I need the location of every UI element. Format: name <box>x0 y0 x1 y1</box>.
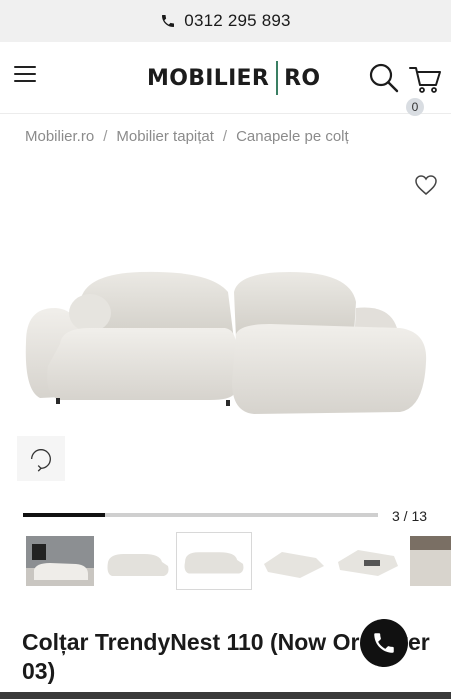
breadcrumb-separator: / <box>222 128 228 145</box>
cart-button[interactable] <box>407 60 443 96</box>
thumbnail-sofa-angle[interactable] <box>176 532 252 590</box>
logo-text-right: RO <box>284 65 321 91</box>
breadcrumb-corner-sofas[interactable]: Canapele pe colț <box>236 128 349 145</box>
logo-divider <box>276 61 279 95</box>
cart-count-badge: 0 <box>406 98 424 116</box>
thumbnail-sofa-front[interactable] <box>104 536 172 586</box>
phone-bar[interactable]: 0312 295 893 <box>0 0 451 42</box>
view-360-button[interactable] <box>17 436 65 481</box>
menu-button[interactable] <box>14 66 36 84</box>
phone-number[interactable]: 0312 295 893 <box>184 11 290 31</box>
gallery-progress-fill <box>23 513 105 517</box>
product-main-image[interactable] <box>20 262 432 422</box>
hamburger-icon <box>14 66 36 68</box>
thumbnail-sofa-bed-open[interactable] <box>260 536 328 586</box>
wishlist-button[interactable] <box>414 174 438 196</box>
thumbnail-sofa-bed-unfold[interactable] <box>334 536 402 586</box>
phone-icon <box>374 633 394 653</box>
thumbnail-sofa-detail[interactable] <box>410 536 451 586</box>
breadcrumb-home[interactable]: Mobilier.ro <box>25 128 94 145</box>
site-header: MOBILIER RO 0 <box>0 42 451 116</box>
gallery-progress-bar <box>23 513 378 517</box>
heart-icon <box>415 175 437 195</box>
bottom-bar <box>0 692 451 699</box>
breadcrumb-separator: / <box>103 128 108 145</box>
search-button[interactable] <box>368 62 400 94</box>
rotate-360-icon <box>31 448 51 472</box>
site-logo[interactable]: MOBILIER RO <box>147 60 320 96</box>
gallery-counter: 3 / 13 <box>392 508 428 524</box>
cart-icon <box>409 67 441 93</box>
search-icon <box>369 63 399 93</box>
thumbnail-room-photo[interactable] <box>26 536 94 586</box>
sofa-illustration <box>25 271 427 414</box>
breadcrumb-upholstered[interactable]: Mobilier tapițat <box>116 128 214 145</box>
call-button[interactable] <box>360 619 408 667</box>
phone-icon <box>162 15 175 27</box>
breadcrumb: Mobilier.ro / Mobilier tapițat / Canapel… <box>25 128 349 145</box>
thumbnail-strip <box>26 531 451 591</box>
logo-text-left: MOBILIER <box>147 65 270 91</box>
